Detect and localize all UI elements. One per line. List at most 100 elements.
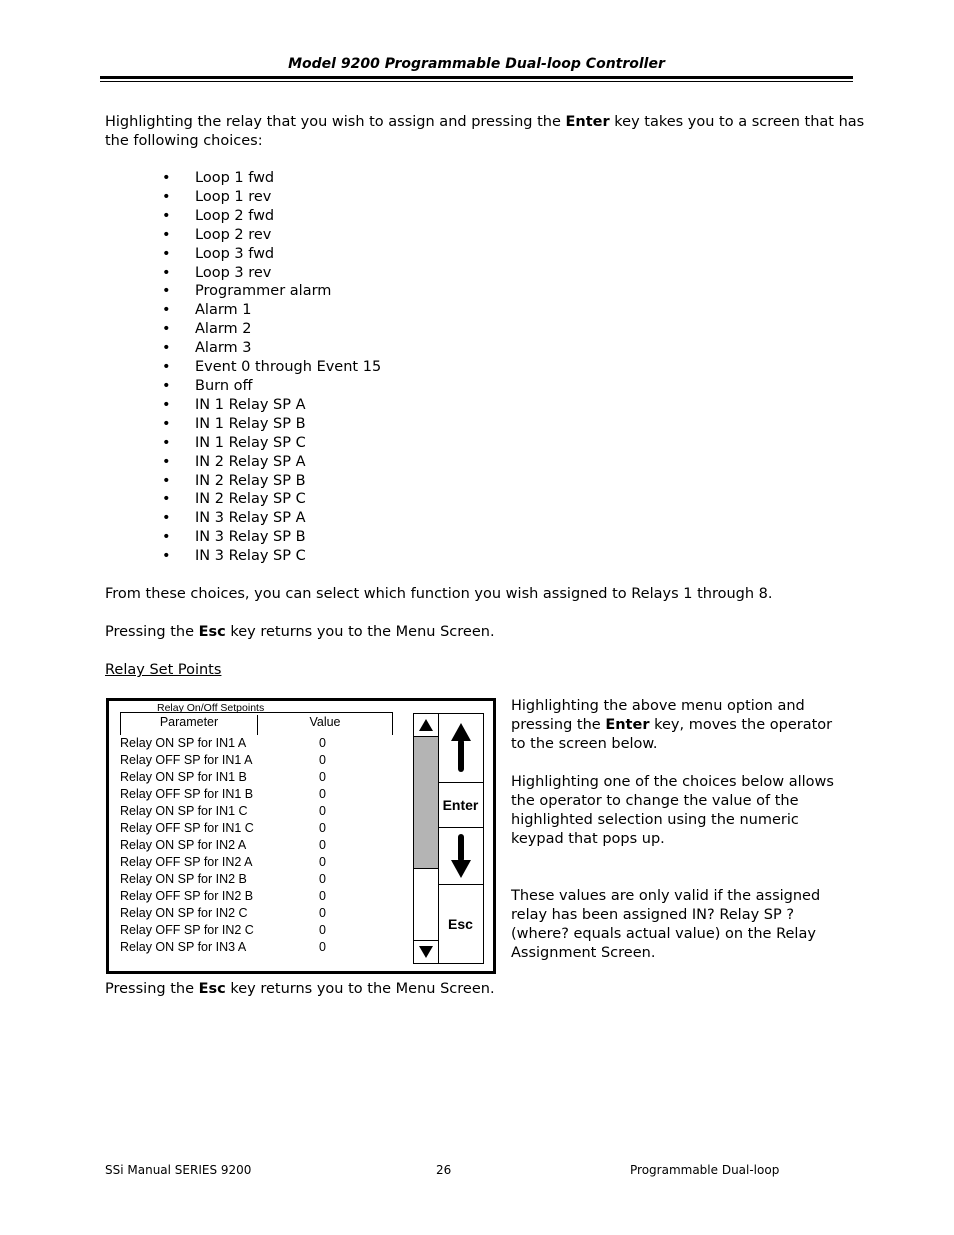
- bullet-icon: •: [162, 283, 171, 300]
- setpoint-parameter: Relay ON SP for IN2 B: [120, 872, 247, 886]
- choice-item: • Loop 1 fwd: [105, 169, 381, 188]
- screen-keypad: Enter Esc: [438, 713, 484, 964]
- choices-list: • Loop 1 fwd • Loop 1 rev • Loop 2 fwd • Loop 2…: [105, 169, 381, 566]
- side-paragraph-1: Highlighting the above menu option and p…: [511, 697, 851, 754]
- choice-label: IN 3 Relay SP B: [195, 529, 306, 546]
- setpoint-value: 0: [319, 855, 326, 869]
- choice-label: Event 0 through Event 15: [195, 359, 382, 376]
- choice-label: IN 2 Relay SP B: [195, 472, 306, 489]
- footer-page-number: 26: [436, 1163, 452, 1177]
- intro-paragraph: Highlighting the relay that you wish to …: [105, 113, 864, 151]
- down-key[interactable]: [438, 828, 483, 885]
- bullet-icon: •: [162, 321, 171, 338]
- intro-text-b: key takes you to a screen that has: [609, 114, 865, 130]
- bullet-icon: •: [162, 302, 171, 319]
- choice-item: • Alarm 1: [105, 301, 381, 320]
- footer-right: Programmable Dual-loop: [630, 1163, 780, 1177]
- bullet-icon: •: [162, 226, 171, 243]
- side-paragraph-3: These values are only valid if the assig…: [511, 888, 821, 961]
- choice-label: Alarm 1: [195, 302, 252, 319]
- setpoint-value: 0: [319, 889, 326, 903]
- bullet-icon: •: [162, 415, 171, 432]
- setpoint-parameter: Relay OFF SP for IN2 C: [120, 923, 254, 937]
- choice-label: IN 2 Relay SP C: [195, 491, 306, 508]
- setpoint-parameter: Relay OFF SP for IN1 B: [120, 787, 254, 801]
- choice-item: • IN 3 Relay SP B: [105, 528, 381, 547]
- setpoint-parameter: Relay ON SP for IN2 A: [120, 838, 247, 852]
- setpoint-value: 0: [319, 872, 326, 886]
- enter-key[interactable]: Enter: [438, 783, 483, 828]
- intro-enter-key: Enter: [565, 114, 610, 130]
- choice-label: Programmer alarm: [195, 283, 332, 300]
- choice-item: • Loop 1 rev: [105, 188, 381, 207]
- choice-label: IN 3 Relay SP A: [195, 510, 306, 527]
- setpoint-parameter: Relay ON SP for IN1 B: [120, 770, 247, 784]
- choice-label: Loop 1 fwd: [195, 170, 275, 186]
- choice-label: IN 1 Relay SP C: [195, 434, 306, 451]
- choice-label: Loop 1 rev: [195, 188, 272, 205]
- choice-label: Loop 3 fwd: [195, 245, 275, 262]
- choice-item: • IN 1 Relay SP B: [105, 415, 381, 434]
- column-header-value: Value: [309, 715, 341, 729]
- bullet-icon: •: [162, 453, 171, 470]
- header-rule-thick: [100, 76, 853, 79]
- choice-item: • IN 1 Relay SP A: [105, 396, 381, 415]
- screen-scrollbar[interactable]: [413, 713, 439, 964]
- bullet-icon: •: [162, 472, 171, 489]
- esc-note-1: Pressing the Esc key returns you to the …: [105, 623, 495, 642]
- choice-item: • Loop 2 rev: [105, 226, 381, 245]
- scrollbar-thumb[interactable]: [414, 737, 438, 869]
- bullet-icon: •: [162, 396, 171, 413]
- side-enter-key: Enter: [605, 717, 650, 733]
- choice-label: IN 2 Relay SP A: [195, 453, 306, 470]
- choice-label: IN 1 Relay SP A: [195, 396, 306, 413]
- bullet-icon: •: [162, 170, 171, 186]
- choice-item: • Programmer alarm: [105, 282, 381, 301]
- esc-note-2-a: Pressing the: [105, 981, 199, 997]
- esc-key-label-2: Esc: [198, 981, 226, 997]
- down-arrow-icon: [450, 834, 471, 878]
- bullet-icon: •: [162, 359, 171, 376]
- page-header-title: Model 9200 Programmable Dual-loop Contro…: [288, 56, 665, 72]
- intro-text-c: the following choices:: [105, 133, 263, 149]
- after-choices-paragraph: From these choices, you can select which…: [105, 586, 773, 602]
- setpoint-value: 0: [319, 804, 326, 818]
- scroll-up-button[interactable]: [414, 714, 438, 737]
- choice-label: Alarm 2: [195, 321, 252, 338]
- intro-text-a: Highlighting the relay that you wish to …: [105, 114, 566, 130]
- bullet-icon: •: [162, 434, 171, 451]
- bullet-icon: •: [162, 529, 171, 546]
- setpoint-value: 0: [319, 906, 326, 920]
- esc-key-label: Esc: [198, 624, 226, 640]
- choice-item: • Loop 2 fwd: [105, 207, 381, 226]
- side-paragraph-2: Highlighting one of the choices below al…: [511, 774, 834, 847]
- setpoint-parameter: Relay ON SP for IN3 A: [120, 940, 247, 954]
- setpoint-value: 0: [319, 838, 326, 852]
- setpoint-parameter: Relay OFF SP for IN1 A: [120, 753, 253, 767]
- bullet-icon: •: [162, 491, 171, 508]
- bullet-icon: •: [162, 264, 171, 281]
- choice-item: • Burn off: [105, 377, 381, 396]
- bullet-icon: •: [162, 548, 171, 565]
- bullet-icon: •: [162, 245, 171, 262]
- up-arrow-icon: [450, 723, 471, 772]
- choice-item: • IN 2 Relay SP C: [105, 490, 381, 509]
- triangle-down-icon: [419, 946, 433, 958]
- setpoint-value: 0: [319, 940, 326, 954]
- choice-item: • Alarm 3: [105, 339, 381, 358]
- setpoint-value: 0: [319, 753, 326, 767]
- choice-item: • Loop 3 fwd: [105, 245, 381, 264]
- choice-item: • IN 3 Relay SP A: [105, 509, 381, 528]
- choice-item: • IN 2 Relay SP A: [105, 453, 381, 472]
- scroll-down-button[interactable]: [414, 940, 438, 963]
- choice-label: Alarm 3: [195, 340, 252, 357]
- setpoint-parameter: Relay OFF SP for IN1 C: [120, 821, 254, 835]
- setpoint-value: 0: [319, 787, 326, 801]
- setpoint-value: 0: [319, 821, 326, 835]
- choice-item: • IN 3 Relay SP C: [105, 547, 381, 566]
- esc-note-2: Pressing the Esc key returns you to the …: [105, 980, 495, 999]
- up-key[interactable]: [438, 714, 483, 783]
- setpoint-parameter: Relay ON SP for IN2 C: [120, 906, 248, 920]
- esc-key[interactable]: Esc: [438, 885, 483, 963]
- setpoint-parameter: Relay OFF SP for IN2 A: [120, 855, 253, 869]
